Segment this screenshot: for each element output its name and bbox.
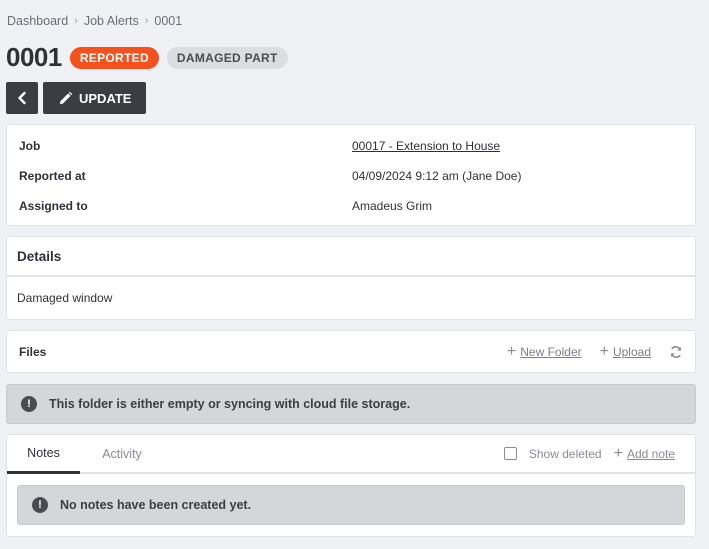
reported-label: Reported at <box>19 169 86 183</box>
plus-icon: + <box>506 342 517 360</box>
notes-tools: Show deleted + Add note <box>503 435 695 472</box>
chevron-right-icon: › <box>74 15 78 27</box>
show-deleted-toggle[interactable]: Show deleted <box>503 446 602 461</box>
plus-icon: + <box>599 342 609 360</box>
status-badge: REPORTED <box>69 46 159 69</box>
add-note-label: Add note <box>626 446 675 461</box>
breadcrumb-dashboard[interactable]: Dashboard <box>7 14 68 28</box>
details-card: Details Damaged window <box>6 236 696 320</box>
chevron-right-icon: › <box>144 15 149 27</box>
breadcrumb: Dashboard › Job Alerts › 0001 <box>7 14 182 28</box>
job-link[interactable]: 00017 - Extension to House <box>352 139 500 153</box>
tab-notes[interactable]: Notes <box>7 435 80 474</box>
breadcrumb-job-alerts[interactable]: Job Alerts <box>84 14 139 28</box>
files-empty-alert: ! This folder is either empty or syncing… <box>6 384 696 424</box>
notes-tabs: Notes Activity Show deleted + Add note <box>7 435 695 474</box>
add-note-button[interactable]: + Add note <box>613 444 675 462</box>
files-card: Files + New Folder + Upload <box>6 330 696 373</box>
notes-empty-alert: ! No notes have been created yet. <box>17 485 685 525</box>
reported-row: Reported at 04/09/2024 9:12 am (Jane Doe… <box>19 166 683 186</box>
category-badge: DAMAGED PART <box>166 46 288 69</box>
reported-value: 04/09/2024 9:12 am (Jane Doe) <box>352 169 522 183</box>
pencil-icon <box>59 91 73 104</box>
upload-label: Upload <box>612 344 651 359</box>
update-button[interactable]: UPDATE <box>43 82 147 114</box>
assigned-value: Amadeus Grim <box>352 199 433 213</box>
tab-activity[interactable]: Activity <box>80 435 164 472</box>
breadcrumb-current: 0001 <box>154 14 183 28</box>
files-title: Files <box>19 344 47 359</box>
details-text: Damaged window <box>17 291 113 305</box>
show-deleted-label: Show deleted <box>528 446 602 461</box>
exclamation-icon: ! <box>21 396 37 412</box>
refresh-icon[interactable] <box>669 345 683 359</box>
action-bar: UPDATE <box>6 82 147 114</box>
title-row: 0001 REPORTED DAMAGED PART <box>6 42 288 73</box>
upload-button[interactable]: + Upload <box>599 342 651 360</box>
back-button[interactable] <box>6 82 38 114</box>
details-heading: Details <box>7 237 695 277</box>
chevron-left-icon <box>18 91 26 105</box>
plus-icon: + <box>613 444 623 462</box>
assigned-label: Assigned to <box>19 199 88 213</box>
files-empty-message: This folder is either empty or syncing w… <box>49 397 411 411</box>
exclamation-icon: ! <box>32 497 48 513</box>
files-actions: + New Folder + Upload <box>506 342 683 360</box>
page-title: 0001 <box>6 42 62 72</box>
new-folder-label: New Folder <box>520 344 582 359</box>
update-button-label: UPDATE <box>79 90 132 106</box>
job-row: Job 00017 - Extension to House <box>19 136 683 156</box>
assigned-row: Assigned to Amadeus Grim <box>19 196 683 216</box>
new-folder-button[interactable]: + New Folder <box>506 342 582 360</box>
checkbox-icon[interactable] <box>503 447 517 460</box>
job-info-card: Job 00017 - Extension to House Reported … <box>6 124 696 226</box>
job-label: Job <box>19 139 41 153</box>
notes-empty-message: No notes have been created yet. <box>60 498 252 512</box>
